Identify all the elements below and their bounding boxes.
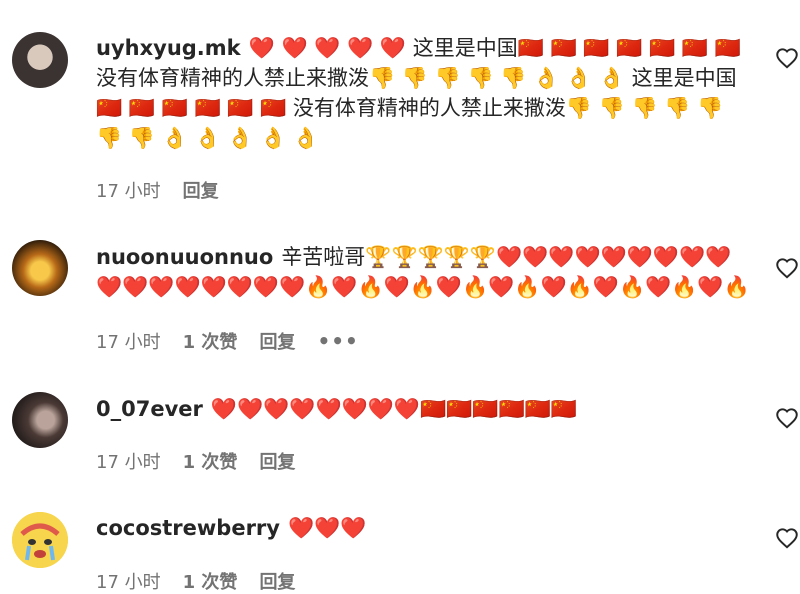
avatar[interactable] [12, 512, 68, 568]
reply-button[interactable]: 回复 [183, 177, 219, 203]
comment-time: 17 小时 [96, 332, 161, 353]
comment-time: 17 小时 [96, 572, 161, 593]
comment-text: ❤️❤️❤️ [287, 516, 367, 540]
comment-username[interactable]: uyhxyug.mk [96, 36, 241, 60]
comment-meta: 17 小时 1 次赞 回复 [96, 448, 295, 474]
more-options-icon[interactable]: ••• [317, 329, 358, 353]
comment-meta: 17 小时 1 次赞 回复 ••• [96, 328, 359, 354]
comment-username[interactable]: 0_07ever [96, 397, 203, 421]
reply-button[interactable]: 回复 [259, 328, 295, 354]
comment-body: nuoonuuonnuo 辛苦啦哥🏆🏆🏆🏆🏆❤️❤️❤️❤️❤️❤️❤️❤️❤️❤… [96, 242, 751, 302]
comment-body: 0_07ever ❤️❤️❤️❤️❤️❤️❤️❤️🇨🇳🇨🇳🇨🇳🇨🇳🇨🇳🇨🇳 [96, 394, 751, 424]
like-heart-icon[interactable] [774, 525, 800, 551]
comment-username[interactable]: nuoonuuonnuo [96, 245, 273, 269]
avatar[interactable] [12, 32, 68, 88]
comment-body: uyhxyug.mk ❤️ ❤️ ❤️ ❤️ ❤️ 这里是中国🇨🇳 🇨🇳 🇨🇳 🇨… [96, 33, 751, 153]
like-heart-icon[interactable] [774, 255, 800, 281]
reply-button[interactable]: 回复 [259, 448, 295, 474]
like-heart-icon[interactable] [774, 405, 800, 431]
likes-count[interactable]: 1 次赞 [183, 328, 238, 354]
comment-meta: 17 小时 1 次赞 回复 [96, 568, 295, 594]
comment-time: 17 小时 [96, 452, 161, 473]
comment-text: ❤️❤️❤️❤️❤️❤️❤️❤️🇨🇳🇨🇳🇨🇳🇨🇳🇨🇳🇨🇳 [210, 397, 577, 421]
crying-face-icon [12, 512, 68, 568]
comment-time: 17 小时 [96, 181, 161, 202]
reply-button[interactable]: 回复 [259, 568, 295, 594]
comment-body: cocostrewberry ❤️❤️❤️ [96, 513, 751, 543]
likes-count[interactable]: 1 次赞 [183, 568, 238, 594]
avatar[interactable] [12, 392, 68, 448]
like-heart-icon[interactable] [774, 45, 800, 71]
likes-count[interactable]: 1 次赞 [183, 448, 238, 474]
comment-meta: 17 小时 回复 [96, 177, 219, 203]
avatar[interactable] [12, 240, 68, 296]
comment-username[interactable]: cocostrewberry [96, 516, 280, 540]
